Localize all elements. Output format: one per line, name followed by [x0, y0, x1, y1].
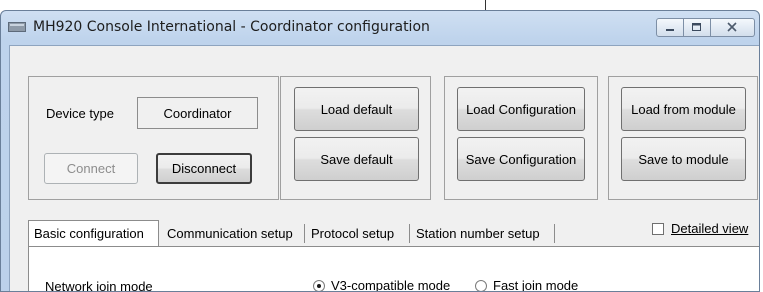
tab-strip: Basic configuration Communication setup …: [28, 220, 628, 247]
tab-basic-configuration[interactable]: Basic configuration: [28, 220, 159, 246]
close-icon: [727, 22, 737, 32]
tab-protocol-setup[interactable]: Protocol setup: [306, 221, 406, 245]
radio-v3-compatible[interactable]: V3-compatible mode: [313, 277, 463, 292]
maximize-button[interactable]: [684, 18, 711, 37]
device-type-label: Device type: [46, 106, 114, 121]
radio-fast-join-label: Fast join mode: [493, 278, 579, 292]
detailed-view-label: Detailed view: [671, 221, 749, 236]
disconnect-button[interactable]: Disconnect: [156, 153, 252, 184]
tab-separator: [554, 224, 555, 243]
maximize-icon: [692, 23, 701, 31]
load-configuration-button[interactable]: Load Configuration: [457, 87, 585, 131]
basic-configuration-panel: Network join mode V3-compatible mode Fas…: [28, 246, 759, 292]
module-group: Load from module Save to module: [608, 76, 758, 200]
tab-separator: [304, 224, 305, 243]
radio-fast-join[interactable]: Fast join mode: [475, 277, 595, 292]
save-configuration-button[interactable]: Save Configuration: [457, 137, 585, 181]
network-join-mode-label: Network join mode: [45, 279, 153, 292]
radio-button[interactable]: [475, 280, 487, 291]
app-icon: [8, 22, 26, 32]
device-type-field: Coordinator: [137, 97, 258, 129]
defaults-group: Load default Save default: [280, 76, 431, 200]
tab-communication-setup[interactable]: Communication setup: [162, 221, 302, 245]
detailed-view-checkbox[interactable]: Detailed view: [652, 220, 759, 238]
background-line: [485, 0, 486, 10]
configuration-group: Load Configuration Save Configuration: [444, 76, 598, 200]
tab-station-number-setup[interactable]: Station number setup: [411, 221, 553, 245]
save-to-module-button[interactable]: Save to module: [621, 137, 746, 181]
main-window: MH920 Console International - Coordinato…: [0, 10, 760, 292]
radio-button-selected[interactable]: [313, 280, 325, 291]
client-area: Device type Coordinator Connect Disconne…: [9, 45, 759, 292]
load-from-module-button[interactable]: Load from module: [621, 87, 746, 131]
minimize-icon: [666, 29, 674, 31]
close-button[interactable]: [711, 18, 755, 37]
load-default-button[interactable]: Load default: [294, 87, 419, 131]
checkbox-box[interactable]: [652, 223, 664, 235]
device-group: Device type Coordinator Connect Disconne…: [28, 76, 279, 200]
window-title: MH920 Console International - Coordinato…: [33, 19, 430, 35]
radio-v3-label: V3-compatible mode: [331, 278, 451, 292]
title-bar[interactable]: MH920 Console International - Coordinato…: [1, 11, 759, 45]
save-default-button[interactable]: Save default: [294, 137, 419, 181]
tab-separator: [409, 224, 410, 243]
minimize-button[interactable]: [656, 18, 684, 37]
connect-button[interactable]: Connect: [44, 153, 138, 184]
